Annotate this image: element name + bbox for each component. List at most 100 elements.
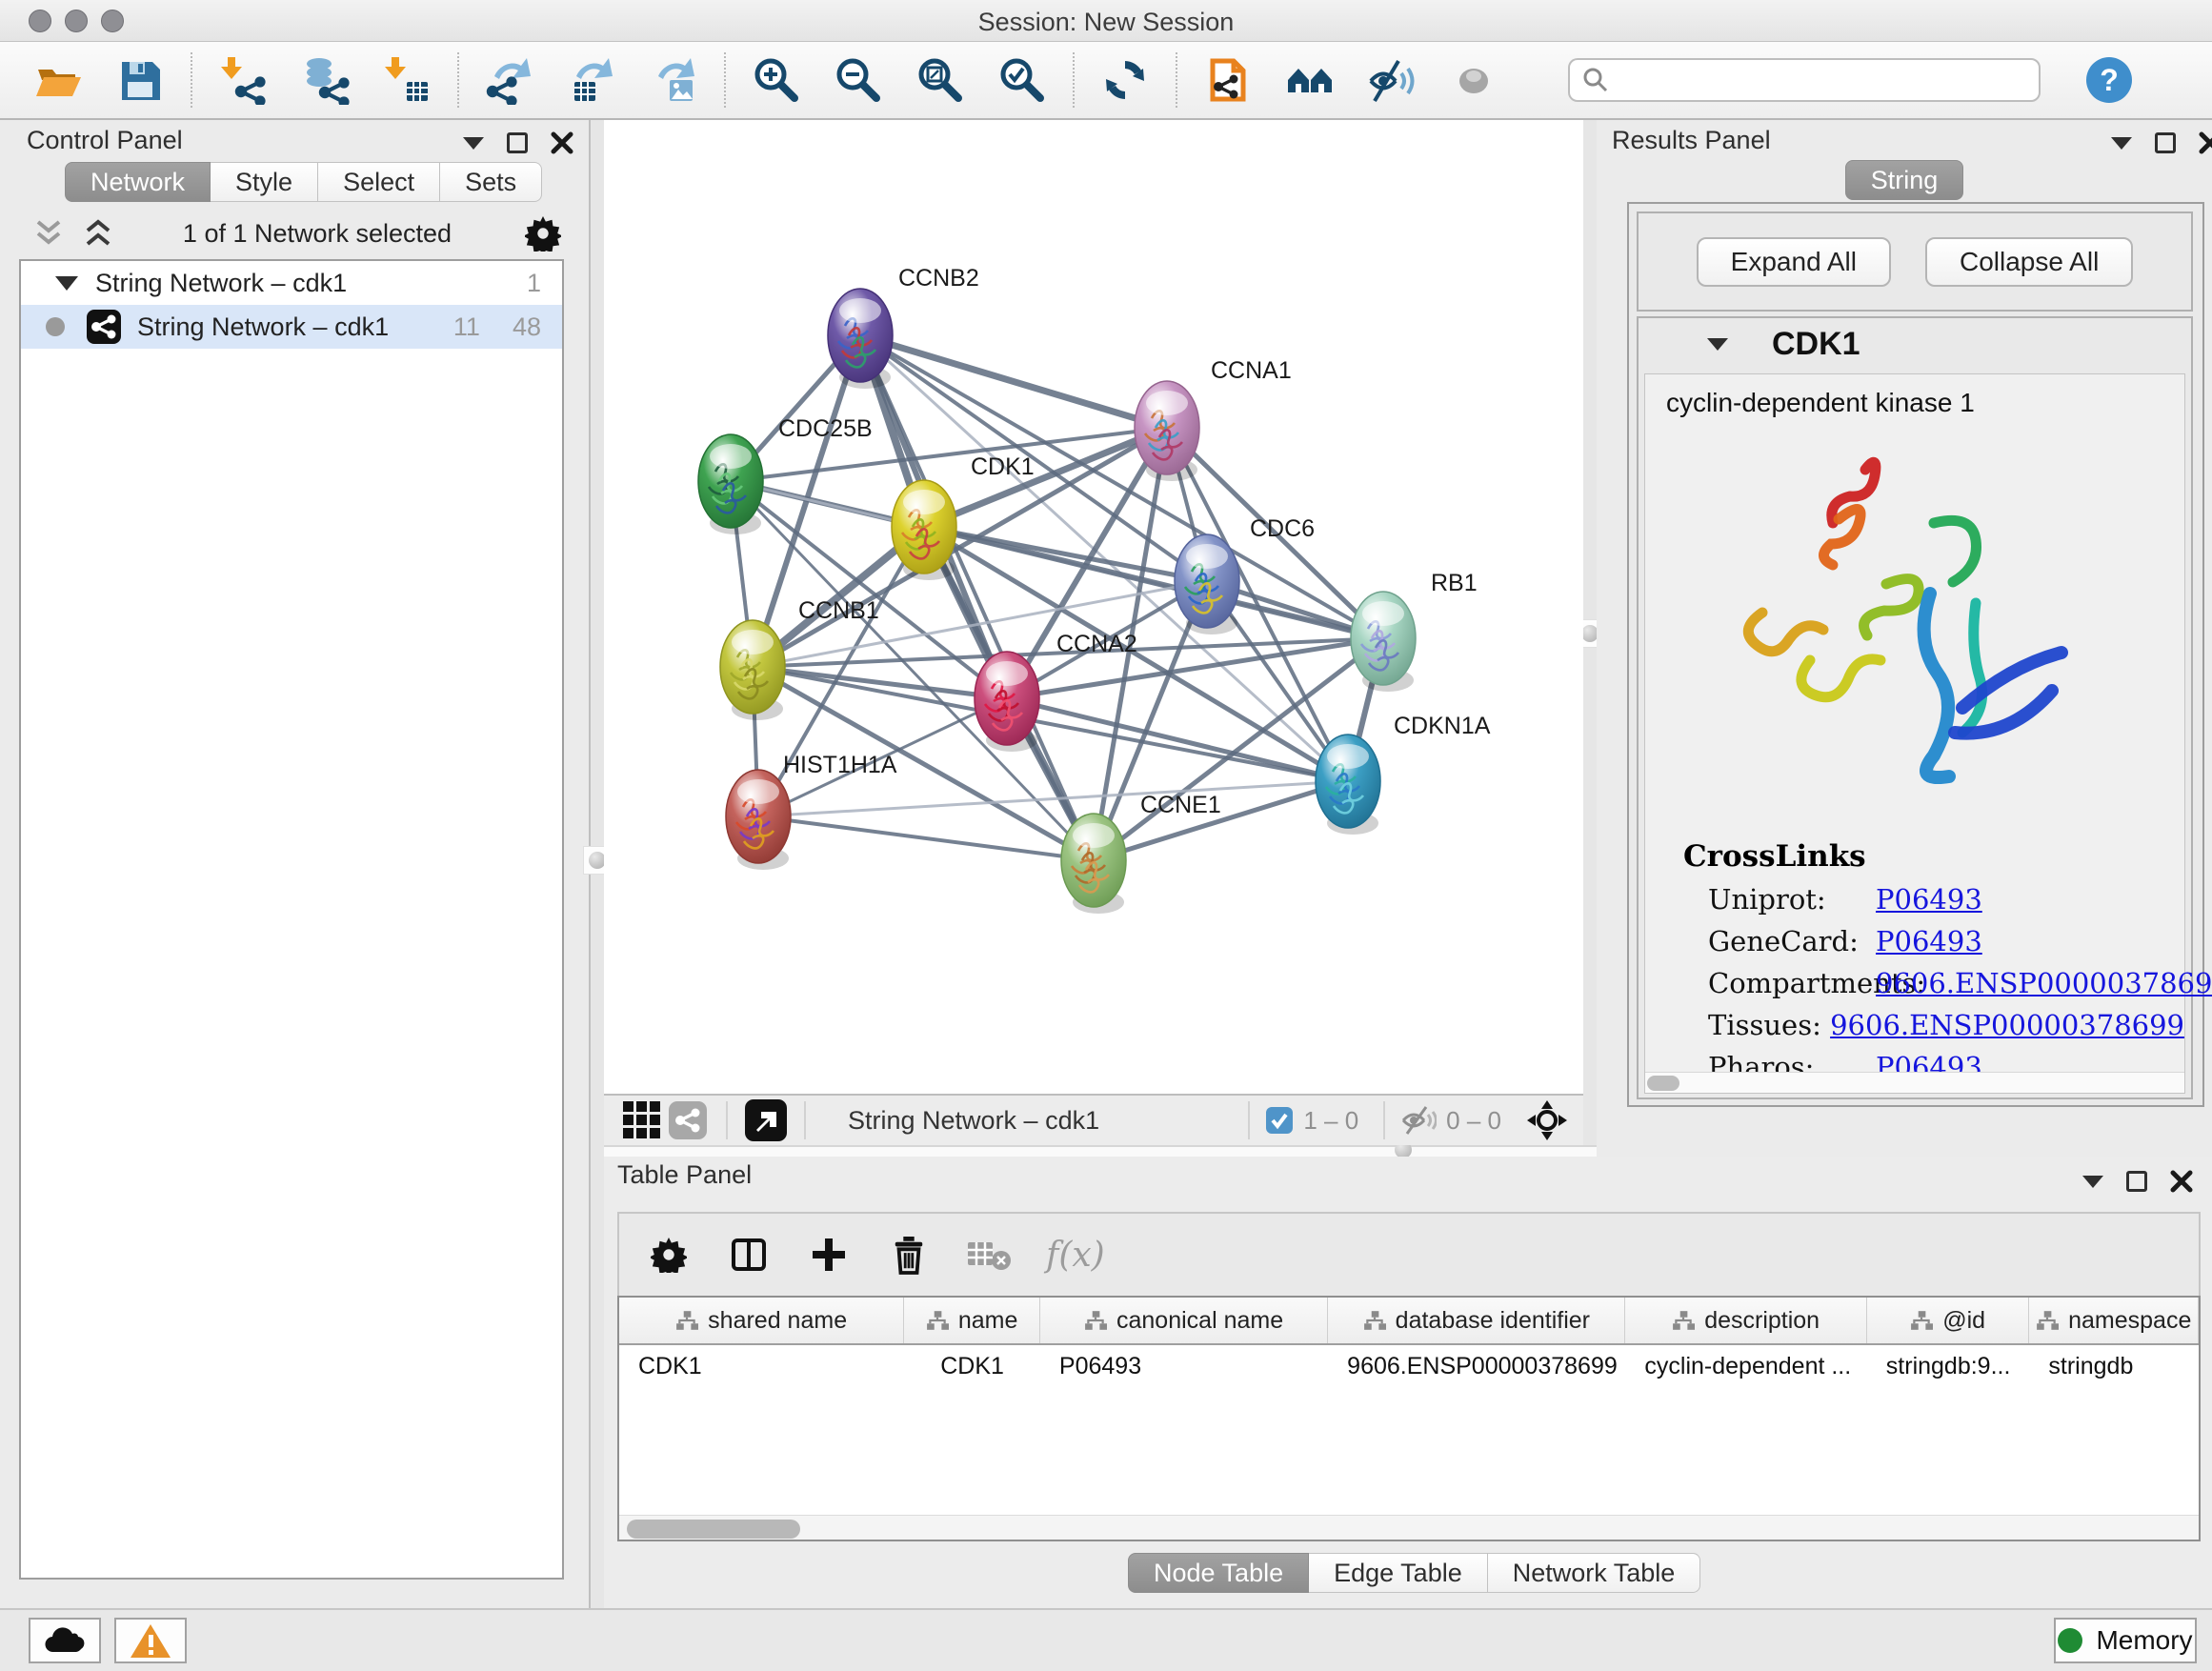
column-header-@id[interactable]: @id xyxy=(1867,1298,2030,1343)
help-button[interactable]: ? xyxy=(2086,57,2132,103)
node-CCNA1[interactable]: CCNA1 xyxy=(1135,357,1292,481)
left-splitter[interactable] xyxy=(591,120,604,1608)
table-row[interactable]: CDK1CDK1P064939606.ENSP00000378699cyclin… xyxy=(619,1345,2199,1387)
crosslink-label: Tissues: xyxy=(1708,1009,1830,1041)
selected-nodes-checkbox[interactable] xyxy=(1265,1106,1294,1135)
tree-expander-icon[interactable] xyxy=(55,276,78,291)
table-cell: CDK1 xyxy=(904,1345,1040,1387)
right-splitter[interactable] xyxy=(1583,120,1597,1157)
table-panel-collapse-icon[interactable] xyxy=(2082,1176,2103,1188)
gene-section-header[interactable]: CDK1 xyxy=(1639,318,2191,370)
import-table-file-button[interactable] xyxy=(379,52,434,108)
tab-network[interactable]: Network xyxy=(65,162,211,202)
expand-all-networks-icon[interactable] xyxy=(32,219,65,248)
control-panel-float-icon[interactable] xyxy=(507,132,528,153)
zoom-in-button[interactable] xyxy=(749,52,804,108)
crosslink-value-link[interactable]: P06493 xyxy=(1876,925,1982,957)
tab-sets[interactable]: Sets xyxy=(440,162,542,202)
network-overview-icon[interactable] xyxy=(665,1097,711,1143)
network-edge[interactable] xyxy=(753,667,1007,698)
save-session-button[interactable] xyxy=(112,52,168,108)
column-header-description[interactable]: description xyxy=(1625,1298,1866,1343)
zoom-fit-button[interactable] xyxy=(913,52,968,108)
table-hscrollbar[interactable] xyxy=(619,1515,2199,1540)
node-label-CCNB1: CCNB1 xyxy=(798,597,879,624)
open-session-button[interactable] xyxy=(30,52,86,108)
results-panel-float-icon[interactable] xyxy=(2155,132,2176,153)
memory-label: Memory xyxy=(2096,1625,2192,1656)
hide-selected-button[interactable] xyxy=(1364,52,1419,108)
home-layout-button[interactable] xyxy=(1282,52,1337,108)
results-panel-title: Results Panel xyxy=(1612,126,1771,155)
function-builder-icon[interactable]: f(x) xyxy=(1046,1236,1105,1275)
import-network-database-button[interactable] xyxy=(297,52,352,108)
string-document-button[interactable] xyxy=(1200,52,1256,108)
hidden-elements-icon[interactable] xyxy=(1400,1104,1437,1137)
save-session-icon xyxy=(115,55,165,105)
crosslink-value-link[interactable]: 9606.ENSP00000378699 xyxy=(1876,967,2212,999)
gene-section-caret-icon[interactable] xyxy=(1707,338,1728,351)
birds-eye-view-icon[interactable] xyxy=(743,1097,789,1143)
network-collection-row[interactable]: String Network – cdk1 1 xyxy=(21,261,562,305)
column-type-icon xyxy=(2036,1310,2059,1331)
collapse-all-networks-icon[interactable] xyxy=(82,219,114,248)
column-type-icon xyxy=(675,1310,698,1331)
column-header-name[interactable]: name xyxy=(904,1298,1040,1343)
tab-style[interactable]: Style xyxy=(211,162,318,202)
tab-string[interactable]: String xyxy=(1845,160,1964,200)
network-row[interactable]: String Network – cdk1 11 48 xyxy=(21,305,562,349)
zoom-selected-button[interactable] xyxy=(995,52,1050,108)
crosslink-value-link[interactable]: P06493 xyxy=(1876,883,1982,916)
node-CCNE1[interactable]: CCNE1 xyxy=(1061,792,1221,914)
table-panel-float-icon[interactable] xyxy=(2126,1171,2147,1192)
cloud-status-button[interactable] xyxy=(29,1618,101,1663)
export-image-button[interactable] xyxy=(646,52,701,108)
node-RB1[interactable]: RB1 xyxy=(1351,570,1478,692)
memory-button[interactable]: Memory xyxy=(2054,1618,2197,1663)
crosslink-value-link[interactable]: 9606.ENSP00000378699 xyxy=(1830,1009,2184,1041)
control-panel-close-icon[interactable] xyxy=(551,131,573,154)
fit-content-icon[interactable] xyxy=(1524,1097,1570,1143)
tab-select[interactable]: Select xyxy=(318,162,440,202)
table-hscroll-thumb[interactable] xyxy=(627,1520,800,1539)
crosslink-label: Uniprot: xyxy=(1708,883,1876,916)
results-panel-close-icon[interactable] xyxy=(2199,131,2212,154)
search-input[interactable] xyxy=(1568,58,2041,102)
network-edge[interactable] xyxy=(860,335,1094,860)
column-header-shared-name[interactable]: shared name xyxy=(619,1298,904,1343)
column-header-canonical-name[interactable]: canonical name xyxy=(1040,1298,1328,1343)
node-CCNB2[interactable]: CCNB2 xyxy=(828,265,979,389)
expand-all-button[interactable]: Expand All xyxy=(1697,237,1891,287)
tab-edge-table[interactable]: Edge Table xyxy=(1309,1553,1488,1593)
control-panel-collapse-icon[interactable] xyxy=(463,137,484,150)
network-options-gear-icon[interactable] xyxy=(520,211,566,256)
add-column-icon[interactable] xyxy=(806,1232,852,1278)
export-table-button[interactable] xyxy=(564,52,619,108)
table-panel-close-icon[interactable] xyxy=(2170,1170,2193,1193)
results-hscrollbar[interactable] xyxy=(1645,1072,2184,1093)
node-CDKN1A[interactable]: CDKN1A xyxy=(1316,713,1491,835)
grid-view-icon[interactable] xyxy=(619,1097,665,1143)
export-network-button[interactable] xyxy=(482,52,537,108)
refresh-view-button[interactable] xyxy=(1097,52,1153,108)
delete-table-icon[interactable] xyxy=(966,1232,1012,1278)
import-network-file-button[interactable] xyxy=(215,52,271,108)
tab-node-table[interactable]: Node Table xyxy=(1128,1553,1309,1593)
show-columns-icon[interactable] xyxy=(726,1232,772,1278)
network-edge[interactable] xyxy=(758,816,1094,860)
warning-status-button[interactable] xyxy=(114,1618,187,1663)
column-header-database-identifier[interactable]: database identifier xyxy=(1328,1298,1625,1343)
table-options-gear-icon[interactable] xyxy=(646,1232,692,1278)
column-header-namespace[interactable]: namespace xyxy=(2029,1298,2199,1343)
results-panel-collapse-icon[interactable] xyxy=(2111,137,2132,150)
string-network-icon xyxy=(86,309,122,345)
zoom-out-icon xyxy=(834,55,883,105)
network-edge[interactable] xyxy=(860,335,1167,428)
show-all-button[interactable] xyxy=(1446,52,1501,108)
zoom-out-button[interactable] xyxy=(831,52,886,108)
delete-column-icon[interactable] xyxy=(886,1232,932,1278)
tab-network-table[interactable]: Network Table xyxy=(1488,1553,1701,1593)
network-canvas[interactable]: CCNB2CCNA1CDC25BCDK1CDC6RB1CCNB1CCNA2CDK… xyxy=(604,120,1583,1094)
crosslink-row: Tissues:9606.ENSP00000378699 xyxy=(1708,1009,2184,1041)
collapse-all-button[interactable]: Collapse All xyxy=(1925,237,2133,287)
